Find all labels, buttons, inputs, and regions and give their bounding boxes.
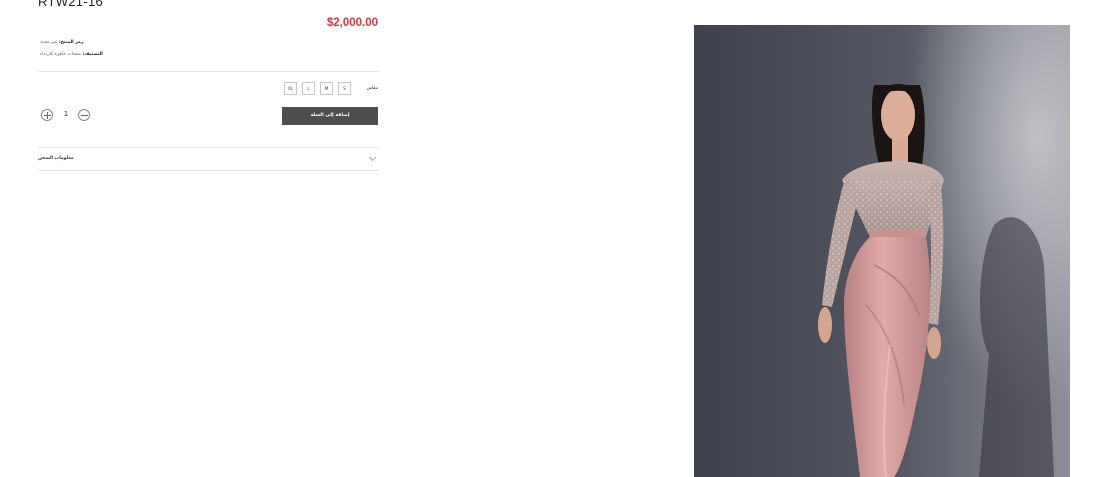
- divider: [38, 147, 379, 148]
- sku-label: رمز المنتج:: [58, 40, 84, 45]
- size-option-xl[interactable]: XL: [284, 82, 297, 95]
- product-sku: رمز المنتج: غير محدد: [40, 40, 83, 45]
- category-label: التصنيف:: [82, 52, 103, 57]
- right-hand: [927, 327, 941, 359]
- size-selector: XL L M S مقاس: [284, 82, 378, 96]
- product-price: $2,000.00: [326, 17, 378, 29]
- category-link[interactable]: منتجات جاهزة للارتداء: [40, 52, 81, 57]
- face: [881, 89, 915, 141]
- waistband: [870, 230, 926, 238]
- divider: [38, 71, 379, 72]
- size-label: مقاس: [366, 86, 378, 91]
- product-category: التصنيف: منتجات جاهزة للارتداء: [40, 52, 103, 57]
- chevron-down-icon[interactable]: [368, 153, 377, 162]
- left-hand: [818, 307, 832, 343]
- shipping-info-toggle[interactable]: معلومات الشحن: [38, 156, 74, 161]
- quantity-decrease-button[interactable]: [78, 109, 90, 121]
- size-option-s[interactable]: S: [338, 82, 351, 95]
- product-page: RTW21-16 $2,000.00 رمز المنتج: غير محدد …: [0, 0, 1110, 477]
- product-image[interactable]: [694, 25, 1070, 477]
- size-option-l[interactable]: L: [302, 82, 315, 95]
- add-to-cart-button[interactable]: إضافة إلى السلة: [282, 107, 378, 125]
- divider: [38, 170, 379, 171]
- sku-value: غير محدد: [40, 40, 58, 45]
- quantity-stepper: 1: [38, 108, 94, 124]
- size-option-m[interactable]: M: [320, 82, 333, 95]
- quantity-increase-button[interactable]: [41, 109, 53, 121]
- product-title: RTW21-16: [38, 0, 104, 9]
- quantity-value[interactable]: 1: [62, 110, 70, 118]
